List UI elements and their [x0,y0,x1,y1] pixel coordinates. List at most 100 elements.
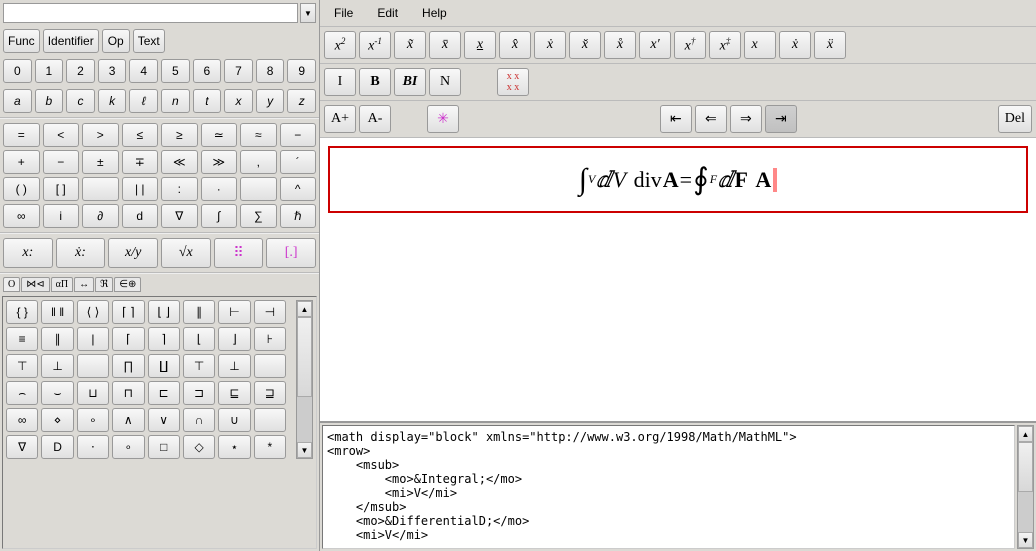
digit-1[interactable]: 1 [35,59,64,83]
sym3-5[interactable]: ⊤ [183,354,215,378]
source-scroll-down-icon[interactable]: ▼ [1018,532,1033,548]
sym6-7[interactable]: * [254,435,286,459]
scroll-thumb[interactable] [297,317,312,397]
style-normal[interactable]: N [429,68,461,96]
symtab-3[interactable]: ↔ [74,277,94,292]
decor-xhat[interactable]: x̂ [499,31,531,59]
style-bolditalic[interactable]: BI [394,68,426,96]
source-text[interactable]: <math display="block" xmlns="http://www.… [322,425,1015,549]
op-minus2[interactable]: − [43,150,80,174]
tab-func[interactable]: Func [3,29,40,53]
source-scrollbar[interactable]: ▲ ▼ [1017,425,1034,549]
sym4-3[interactable]: ⊓ [112,381,144,405]
nav-last-icon[interactable]: ⇥ [765,105,797,133]
decor-xring[interactable]: x̊ [604,31,636,59]
style-italic[interactable]: I [324,68,356,96]
sym2-7[interactable]: ⊦ [254,327,286,351]
decor-xunder[interactable]: x [464,31,496,59]
op-i[interactable]: i [43,204,80,228]
sym2-3[interactable]: ⌈ [112,327,144,351]
op-minus[interactable]: − [280,123,317,147]
sym2-1[interactable]: ∥ [41,327,73,351]
op-gg[interactable]: ≫ [201,150,238,174]
tab-identifier[interactable]: Identifier [43,29,99,53]
symbol-scrollbar[interactable]: ▲ ▼ [296,300,313,459]
sp-frac[interactable]: x/y [108,238,158,268]
sym3-6[interactable]: ⊥ [218,354,250,378]
decor-xbar[interactable]: x̄ [429,31,461,59]
sp-xcolon[interactable]: x: [3,238,53,268]
nav-next-icon[interactable]: ⇒ [730,105,762,133]
nav-first-icon[interactable]: ⇤ [660,105,692,133]
sym4-2[interactable]: ⊔ [77,381,109,405]
sym5-6[interactable]: ∪ [218,408,250,432]
decor-xdagger[interactable]: x† [674,31,706,59]
letter-l[interactable]: ℓ [129,89,158,113]
sym5-4[interactable]: ∨ [148,408,180,432]
tab-op[interactable]: Op [102,29,130,53]
sp-sqrt[interactable]: √x [161,238,211,268]
op-empty2[interactable] [240,177,277,201]
letter-k[interactable]: k [98,89,127,113]
sym4-5[interactable]: ⊐ [183,381,215,405]
sym-braces[interactable]: { } [6,300,38,324]
decor-xvec[interactable]: x⃗ [744,31,776,59]
sym5-3[interactable]: ∧ [112,408,144,432]
font-bigger[interactable]: A+ [324,105,356,133]
tab-text[interactable]: Text [133,29,165,53]
sym4-0[interactable]: ⌢ [6,381,38,405]
decor-xtilde[interactable]: x̃ [394,31,426,59]
menu-help[interactable]: Help [416,4,453,22]
symtab-o[interactable]: O [3,277,20,292]
op-ll[interactable]: ≪ [161,150,198,174]
digit-3[interactable]: 3 [98,59,127,83]
sym4-6[interactable]: ⊑ [218,381,250,405]
op-empty1[interactable] [82,177,119,201]
font-smaller[interactable]: A- [359,105,391,133]
sym-ceil[interactable]: ⌈ ⌉ [112,300,144,324]
style-bold[interactable]: B [359,68,391,96]
decor-xddagger[interactable]: x‡ [709,31,741,59]
sym4-1[interactable]: ⌣ [41,381,73,405]
op-prime[interactable]: ´ [280,150,317,174]
sym6-2[interactable]: ⋅ [77,435,109,459]
sym3-4[interactable]: ∐ [148,354,180,378]
sym3-7[interactable] [254,354,286,378]
letter-a[interactable]: a [3,89,32,113]
op-dot[interactable]: · [201,177,238,201]
op-comma[interactable]: , [240,150,277,174]
symtab-4[interactable]: ℜ [95,277,113,292]
scroll-up-icon[interactable]: ▲ [297,301,312,317]
letter-b[interactable]: b [35,89,64,113]
sym4-7[interactable]: ⊒ [254,381,286,405]
op-hbar[interactable]: ℏ [280,204,317,228]
op-pm[interactable]: ± [82,150,119,174]
op-approx[interactable]: ≈ [240,123,277,147]
sym2-0[interactable]: ≡ [6,327,38,351]
op-infty[interactable]: ∞ [3,204,40,228]
op-sim[interactable]: ≃ [201,123,238,147]
op-sum[interactable]: ∑ [240,204,277,228]
delete-button[interactable]: Del [998,105,1032,133]
op-le[interactable]: ≤ [122,123,159,147]
letter-t[interactable]: t [193,89,222,113]
sym-norm[interactable]: ‖ ‖ [41,300,73,324]
letter-z[interactable]: z [287,89,316,113]
decor-xcheck[interactable]: x̌ [569,31,601,59]
symtab-5[interactable]: ∈⊕ [114,277,141,292]
equation-editor[interactable]: ∫V ⅆV divA = ∮F ⅆF A [320,138,1036,421]
op-int[interactable]: ∫ [201,204,238,228]
source-scroll-thumb[interactable] [1018,442,1033,492]
op-mp[interactable]: ∓ [122,150,159,174]
sym3-1[interactable]: ⊥ [41,354,73,378]
digit-6[interactable]: 6 [193,59,222,83]
sym-floor[interactable]: ⌊ ⌋ [148,300,180,324]
op-abs[interactable]: | | [122,177,159,201]
op-eq[interactable]: = [3,123,40,147]
sym-vdash[interactable]: ⊢ [218,300,250,324]
combo-dropdown-btn[interactable]: ▼ [300,3,316,23]
sym5-2[interactable]: ∘ [77,408,109,432]
op-d[interactable]: d [122,204,159,228]
sp-xdotcolon[interactable]: ẋ: [56,238,106,268]
style-highlight-icon[interactable]: x xx x [497,68,529,96]
